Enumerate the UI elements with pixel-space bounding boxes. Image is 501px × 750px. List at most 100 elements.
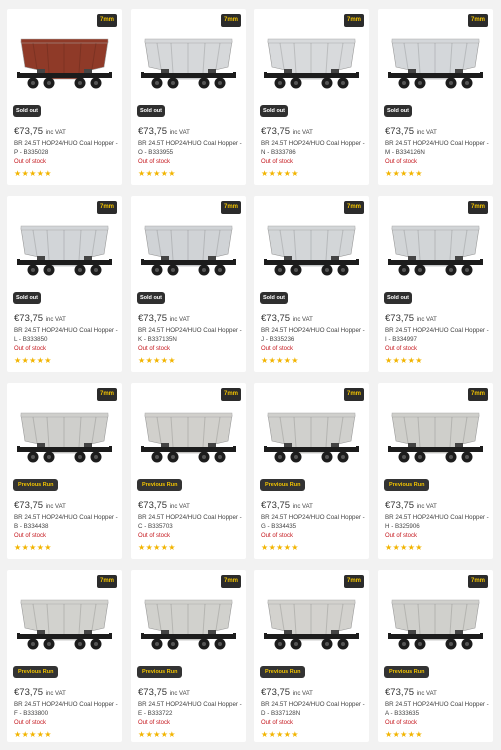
stock-status: Out of stock <box>385 533 418 539</box>
product-title-link[interactable]: BR 24.5T HOP24/HUO Coal Hopper - H - B32… <box>385 514 489 531</box>
product-card[interactable]: 7mm Previous Run €73,75 inc VAT BR 24.5T… <box>254 383 369 559</box>
product-card[interactable]: 7mm Sold out €73,75 inc VAT BR 24.5T HOP… <box>254 196 369 372</box>
rating-stars-icon: ★★★★★ <box>385 169 423 178</box>
status-badge: Sold out <box>384 292 412 304</box>
stock-status: Out of stock <box>138 346 171 352</box>
stock-status: Out of stock <box>385 159 418 165</box>
product-card[interactable]: 7mm Sold out €73,75 inc VAT BR 24.5T HOP… <box>7 196 122 372</box>
rating-stars-icon: ★★★★★ <box>14 543 52 552</box>
product-card[interactable]: 7mm Previous Run €73,75 inc VAT BR 24.5T… <box>378 383 493 559</box>
price-value: €73,75 <box>14 687 44 698</box>
vat-label: inc VAT <box>169 504 190 510</box>
product-card[interactable]: 7mm Sold out €73,75 inc VAT BR 24.5T HOP… <box>131 9 246 185</box>
vat-label: inc VAT <box>292 691 313 697</box>
stock-status: Out of stock <box>14 720 47 726</box>
rating-stars-icon: ★★★★★ <box>385 356 423 365</box>
scale-badge: 7mm <box>96 388 117 401</box>
stock-status: Out of stock <box>138 720 171 726</box>
product-card[interactable]: 7mm Previous Run €73,75 inc VAT BR 24.5T… <box>254 570 369 742</box>
scale-badge: 7mm <box>343 575 364 588</box>
vat-label: inc VAT <box>169 317 190 323</box>
status-badge: Previous Run <box>384 479 430 491</box>
product-title-link[interactable]: BR 24.5T HOP24/HUO Coal Hopper - B - B33… <box>14 514 118 531</box>
product-title-link[interactable]: BR 24.5T HOP24/HUO Coal Hopper - A - B33… <box>385 701 489 718</box>
vat-label: inc VAT <box>45 130 66 136</box>
vat-label: inc VAT <box>416 130 437 136</box>
scale-badge: 7mm <box>96 14 117 27</box>
product-title-link[interactable]: BR 24.5T HOP24/HUO Coal Hopper - O - B33… <box>138 140 242 157</box>
vat-label: inc VAT <box>45 317 66 323</box>
status-badge: Sold out <box>13 292 41 304</box>
scale-badge: 7mm <box>343 201 364 214</box>
product-title-link[interactable]: BR 24.5T HOP24/HUO Coal Hopper - J - B33… <box>261 327 365 344</box>
product-title-link[interactable]: BR 24.5T HOP24/HUO Coal Hopper - P - B33… <box>14 140 118 157</box>
product-title-link[interactable]: BR 24.5T HOP24/HUO Coal Hopper - G - B33… <box>261 514 365 531</box>
rating-stars-icon: ★★★★★ <box>261 356 299 365</box>
product-title-link[interactable]: BR 24.5T HOP24/HUO Coal Hopper - L - B33… <box>14 327 118 344</box>
product-price: €73,75 inc VAT <box>385 687 437 698</box>
product-title-link[interactable]: BR 24.5T HOP24/HUO Coal Hopper - E - B33… <box>138 701 242 718</box>
product-card[interactable]: 7mm Previous Run €73,75 inc VAT BR 24.5T… <box>7 570 122 742</box>
scale-badge: 7mm <box>96 575 117 588</box>
rating-stars-icon: ★★★★★ <box>14 356 52 365</box>
stock-status: Out of stock <box>14 346 47 352</box>
product-title-link[interactable]: BR 24.5T HOP24/HUO Coal Hopper - D - B33… <box>261 701 365 718</box>
product-title-link[interactable]: BR 24.5T HOP24/HUO Coal Hopper - N - B33… <box>261 140 365 157</box>
product-card[interactable]: 7mm Sold out €73,75 inc VAT BR 24.5T HOP… <box>254 9 369 185</box>
rating-stars-icon: ★★★★★ <box>261 730 299 739</box>
product-title-link[interactable]: BR 24.5T HOP24/HUO Coal Hopper - K - B33… <box>138 327 242 344</box>
rating-stars-icon: ★★★★★ <box>138 543 176 552</box>
rating-stars-icon: ★★★★★ <box>14 730 52 739</box>
price-value: €73,75 <box>261 500 291 511</box>
product-card[interactable]: 7mm Previous Run €73,75 inc VAT BR 24.5T… <box>7 383 122 559</box>
product-card[interactable]: 7mm Sold out €73,75 inc VAT BR 24.5T HOP… <box>378 9 493 185</box>
product-price: €73,75 inc VAT <box>138 313 190 324</box>
price-value: €73,75 <box>261 687 291 698</box>
rating-stars-icon: ★★★★★ <box>14 169 52 178</box>
product-card[interactable]: 7mm Sold out €73,75 inc VAT BR 24.5T HOP… <box>131 196 246 372</box>
rating-stars-icon: ★★★★★ <box>385 543 423 552</box>
product-price: €73,75 inc VAT <box>14 687 66 698</box>
status-badge: Sold out <box>13 105 41 117</box>
product-title-link[interactable]: BR 24.5T HOP24/HUO Coal Hopper - M - B33… <box>385 140 489 157</box>
stock-status: Out of stock <box>138 159 171 165</box>
price-value: €73,75 <box>385 687 415 698</box>
product-title-link[interactable]: BR 24.5T HOP24/HUO Coal Hopper - I - B33… <box>385 327 489 344</box>
price-value: €73,75 <box>261 126 291 137</box>
vat-label: inc VAT <box>45 504 66 510</box>
product-price: €73,75 inc VAT <box>261 500 313 511</box>
vat-label: inc VAT <box>292 317 313 323</box>
product-card[interactable]: 7mm Sold out €73,75 inc VAT BR 24.5T HOP… <box>7 9 122 185</box>
product-title-link[interactable]: BR 24.5T HOP24/HUO Coal Hopper - F - B33… <box>14 701 118 718</box>
stock-status: Out of stock <box>261 346 294 352</box>
stock-status: Out of stock <box>138 533 171 539</box>
scale-badge: 7mm <box>220 201 241 214</box>
status-badge: Previous Run <box>260 479 306 491</box>
price-value: €73,75 <box>385 126 415 137</box>
product-price: €73,75 inc VAT <box>261 313 313 324</box>
scale-badge: 7mm <box>220 388 241 401</box>
scale-badge: 7mm <box>343 14 364 27</box>
product-card[interactable]: 7mm Previous Run €73,75 inc VAT BR 24.5T… <box>131 383 246 559</box>
price-value: €73,75 <box>385 500 415 511</box>
product-card[interactable]: 7mm Previous Run €73,75 inc VAT BR 24.5T… <box>131 570 246 742</box>
vat-label: inc VAT <box>292 130 313 136</box>
stock-status: Out of stock <box>14 533 47 539</box>
price-value: €73,75 <box>385 313 415 324</box>
vat-label: inc VAT <box>416 317 437 323</box>
product-card[interactable]: 7mm Previous Run €73,75 inc VAT BR 24.5T… <box>378 570 493 742</box>
product-title-link[interactable]: BR 24.5T HOP24/HUO Coal Hopper - C - B33… <box>138 514 242 531</box>
product-card[interactable]: 7mm Sold out €73,75 inc VAT BR 24.5T HOP… <box>378 196 493 372</box>
product-price: €73,75 inc VAT <box>261 687 313 698</box>
rating-stars-icon: ★★★★★ <box>138 730 176 739</box>
price-value: €73,75 <box>14 126 44 137</box>
rating-stars-icon: ★★★★★ <box>261 169 299 178</box>
scale-badge: 7mm <box>467 388 488 401</box>
scale-badge: 7mm <box>467 14 488 27</box>
product-price: €73,75 inc VAT <box>261 126 313 137</box>
rating-stars-icon: ★★★★★ <box>138 356 176 365</box>
stock-status: Out of stock <box>261 533 294 539</box>
scale-badge: 7mm <box>467 201 488 214</box>
product-price: €73,75 inc VAT <box>385 500 437 511</box>
stock-status: Out of stock <box>385 346 418 352</box>
